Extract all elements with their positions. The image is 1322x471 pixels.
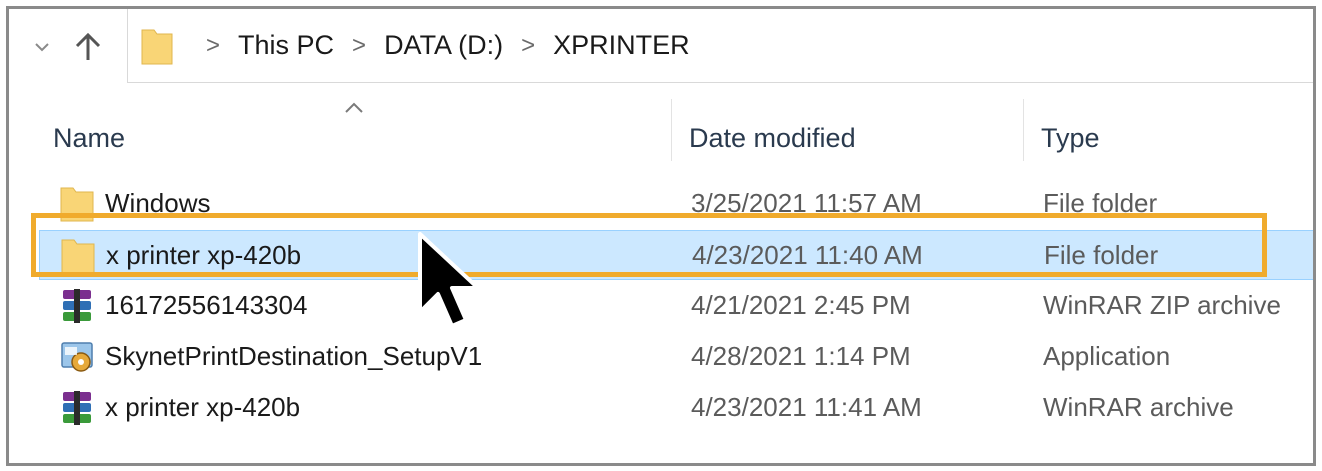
file-type: WinRAR ZIP archive <box>1043 290 1281 320</box>
file-row-rar-archive[interactable]: x printer xp-420b 4/23/2021 11:41 AM Win… <box>39 383 1313 433</box>
breadcrumb-this-pc[interactable]: This PC <box>238 30 334 61</box>
up-arrow-icon <box>75 32 101 60</box>
column-header-date-modified[interactable]: Date modified <box>689 123 856 154</box>
recent-locations-button[interactable] <box>27 27 57 67</box>
file-row-setup-application[interactable]: SkynetPrintDestination_SetupV1 4/28/2021… <box>39 332 1313 382</box>
breadcrumb-separator[interactable]: > <box>206 32 220 60</box>
sort-caret-icon <box>345 102 363 113</box>
winrar-archive-icon <box>63 289 91 323</box>
folder-icon <box>141 29 173 64</box>
column-header-type[interactable]: Type <box>1041 123 1100 154</box>
breadcrumb-separator[interactable]: > <box>521 32 535 60</box>
file-type: WinRAR archive <box>1043 392 1234 422</box>
file-name: SkynetPrintDestination_SetupV1 <box>105 341 483 371</box>
chevron-down-icon <box>35 43 49 52</box>
file-name: Windows <box>105 188 211 218</box>
winrar-archive-icon <box>63 391 91 425</box>
file-row-x-printer-folder[interactable]: x printer xp-420b 4/23/2021 11:40 AM Fil… <box>39 230 1313 280</box>
breadcrumb-xprinter[interactable]: XPRINTER <box>553 30 690 61</box>
folder-icon <box>61 239 95 274</box>
file-date-modified: 4/23/2021 11:40 AM <box>692 240 923 270</box>
file-date-modified: 4/21/2021 2:45 PM <box>691 290 911 320</box>
up-button[interactable] <box>73 27 103 67</box>
column-divider[interactable] <box>1023 99 1024 161</box>
breadcrumb-separator[interactable]: > <box>352 32 366 60</box>
file-type: File folder <box>1044 240 1159 270</box>
column-header: Name Date modified Type <box>9 99 1313 169</box>
file-date-modified: 4/28/2021 1:14 PM <box>691 341 911 371</box>
file-row-windows[interactable]: Windows 3/25/2021 11:57 AM File folder <box>39 179 1313 229</box>
file-date-modified: 4/23/2021 11:41 AM <box>691 392 922 422</box>
file-name: x printer xp-420b <box>105 392 301 422</box>
breadcrumb-data-drive[interactable]: DATA (D:) <box>384 30 503 61</box>
column-header-name[interactable]: Name <box>53 123 125 154</box>
setup-application-icon <box>61 342 93 372</box>
file-type: File folder <box>1043 188 1158 218</box>
file-name: 16172556143304 <box>105 290 308 320</box>
file-explorer-window: > This PC > DATA (D:) > XPRINTER Name Da… <box>6 6 1316 466</box>
column-divider[interactable] <box>671 99 672 161</box>
navigation-bar: > This PC > DATA (D:) > XPRINTER <box>9 9 1313 85</box>
file-name: x printer xp-420b <box>106 240 302 270</box>
file-type: Application <box>1043 341 1171 371</box>
address-bar[interactable]: > This PC > DATA (D:) > XPRINTER <box>127 9 1313 83</box>
folder-icon <box>60 187 94 222</box>
file-row-zip-archive[interactable]: 16172556143304 4/21/2021 2:45 PM WinRAR … <box>39 281 1313 331</box>
file-date-modified: 3/25/2021 11:57 AM <box>691 188 922 218</box>
